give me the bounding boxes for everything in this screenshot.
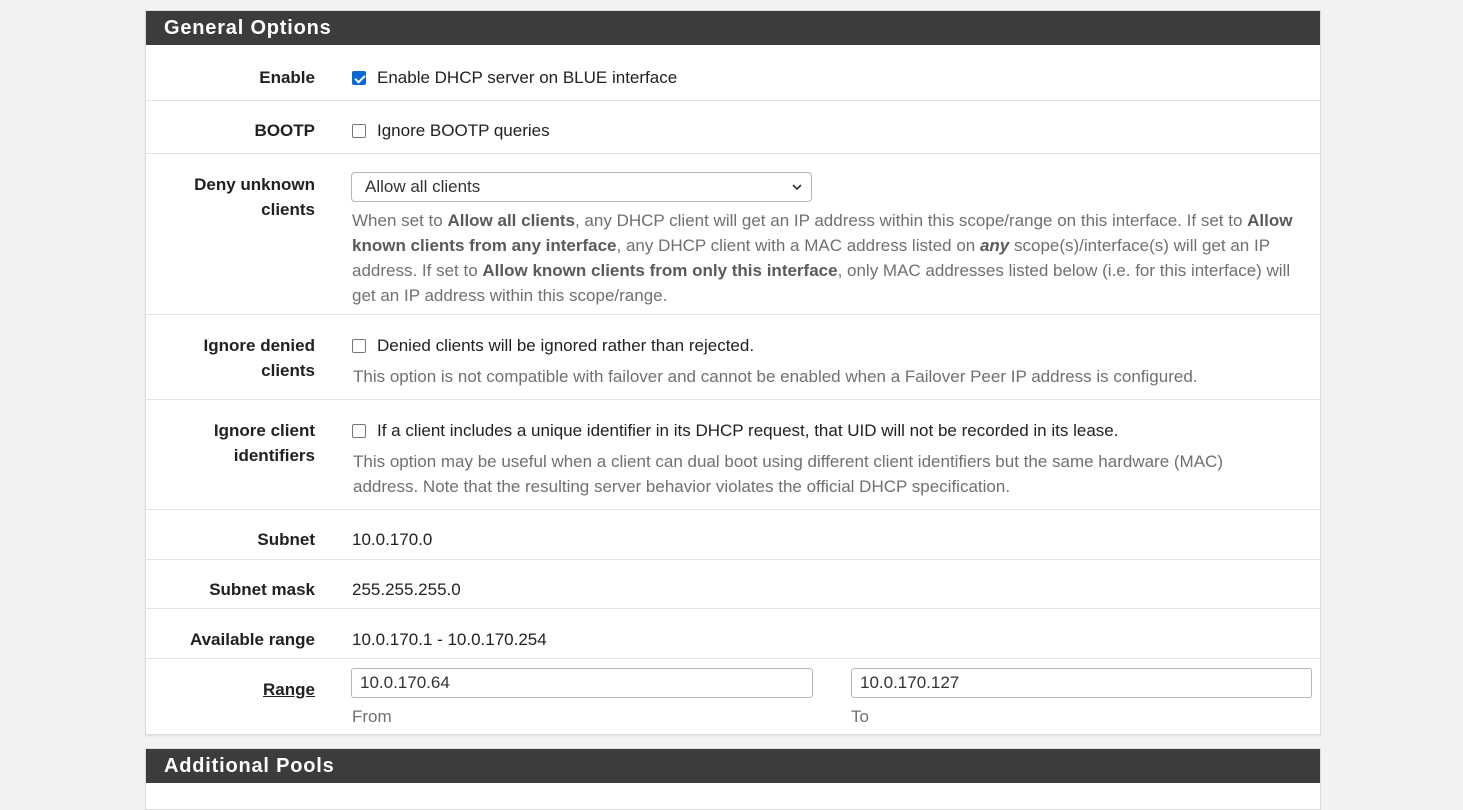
- deny-unknown-label-line1: Deny unknown: [194, 175, 315, 194]
- enable-checkbox-text: Enable DHCP server on BLUE interface: [377, 68, 678, 87]
- range-row: Range 10.0.170.64 10.0.170.127 From To: [146, 658, 1320, 734]
- deny-help-segment: , any DHCP client will get an IP address…: [574, 211, 1248, 230]
- deny-unknown-label-line2: clients: [261, 200, 315, 219]
- ignore-denied-checkbox-line[interactable]: Denied clients will be ignored rather th…: [352, 333, 754, 358]
- ignore-client-ids-checkbox-text: If a client includes a unique identifier…: [377, 421, 1119, 440]
- deny-unknown-label: Deny unknown clients: [155, 172, 315, 222]
- range-label-link[interactable]: Range: [155, 677, 315, 702]
- deny-help-segment: any: [979, 236, 1010, 255]
- deny-help-segment: When set to: [352, 211, 448, 230]
- subnet-row: Subnet 10.0.170.0: [146, 509, 1320, 559]
- deny-unknown-select[interactable]: Allow all clients: [351, 172, 812, 202]
- bootp-checkbox-text: Ignore BOOTP queries: [377, 121, 550, 140]
- additional-pools-panel: Additional Pools: [145, 748, 1321, 810]
- bootp-label: BOOTP: [254, 121, 315, 140]
- deny-unknown-row: Deny unknown clients Allow all clients W…: [146, 153, 1320, 314]
- enable-checkbox[interactable]: [352, 70, 366, 85]
- ignore-denied-checkbox[interactable]: [352, 338, 366, 353]
- subnet-mask-label: Subnet mask: [209, 580, 315, 599]
- enable-label: Enable: [259, 68, 315, 87]
- ignore-client-ids-help: This option may be useful when a client …: [353, 452, 1223, 496]
- general-options-panel: General Options Enable Enable DHCP serve…: [145, 10, 1321, 735]
- available-range-value: 10.0.170.1 - 10.0.170.254: [352, 630, 547, 649]
- enable-checkbox-line[interactable]: Enable DHCP server on BLUE interface: [352, 65, 677, 90]
- ignore-denied-label-line1: Ignore denied: [203, 336, 315, 355]
- ignore-client-ids-label: Ignore client identifiers: [155, 418, 315, 468]
- subnet-label: Subnet: [257, 530, 315, 549]
- deny-unknown-selected: Allow all clients: [365, 177, 481, 196]
- ignore-denied-checkbox-text: Denied clients will be ignored rather th…: [377, 336, 755, 355]
- ignore-client-ids-checkbox[interactable]: [352, 423, 366, 438]
- deny-help-segment: Allow known clients from only this inter…: [482, 261, 838, 280]
- available-range-label: Available range: [189, 630, 315, 649]
- deny-help-segment: , any DHCP client with a MAC address lis…: [616, 236, 980, 255]
- subnet-mask-row: Subnet mask 255.255.255.0: [146, 559, 1320, 608]
- additional-pools-title: Additional Pools: [146, 749, 1320, 783]
- ignore-client-ids-checkbox-line[interactable]: If a client includes a unique identifier…: [352, 418, 1118, 443]
- subnet-mask-value: 255.255.255.0: [352, 580, 461, 599]
- bootp-row: BOOTP Ignore BOOTP queries: [146, 100, 1320, 153]
- deny-help-segment: Allow all clients: [447, 211, 575, 230]
- ignore-client-ids-label-line1: Ignore client: [213, 421, 315, 440]
- ignore-denied-label: Ignore denied clients: [155, 333, 315, 383]
- bootp-checkbox-line[interactable]: Ignore BOOTP queries: [352, 118, 550, 143]
- ignore-client-ids-row: Ignore client identifiers If a client in…: [146, 399, 1320, 509]
- ignore-denied-label-line2: clients: [261, 361, 315, 380]
- chevron-down-icon: [792, 184, 802, 191]
- enable-row: Enable Enable DHCP server on BLUE interf…: [146, 46, 1320, 100]
- range-to-label: To: [851, 707, 869, 726]
- ignore-client-ids-label-line2: identifiers: [233, 446, 315, 465]
- ignore-denied-row: Ignore denied clients Denied clients wil…: [146, 314, 1320, 399]
- ignore-denied-help: This option is not compatible with failo…: [353, 367, 1198, 386]
- range-from-label: From: [352, 707, 392, 726]
- bootp-checkbox[interactable]: [352, 123, 366, 138]
- available-range-row: Available range 10.0.170.1 - 10.0.170.25…: [146, 608, 1320, 658]
- subnet-value: 10.0.170.0: [352, 530, 433, 549]
- deny-unknown-help: When set to Allow all clients, any DHCP …: [352, 208, 1314, 308]
- range-to-input[interactable]: 10.0.170.127: [851, 668, 1312, 698]
- panel-title: General Options: [146, 11, 1320, 45]
- range-from-input[interactable]: 10.0.170.64: [351, 668, 813, 698]
